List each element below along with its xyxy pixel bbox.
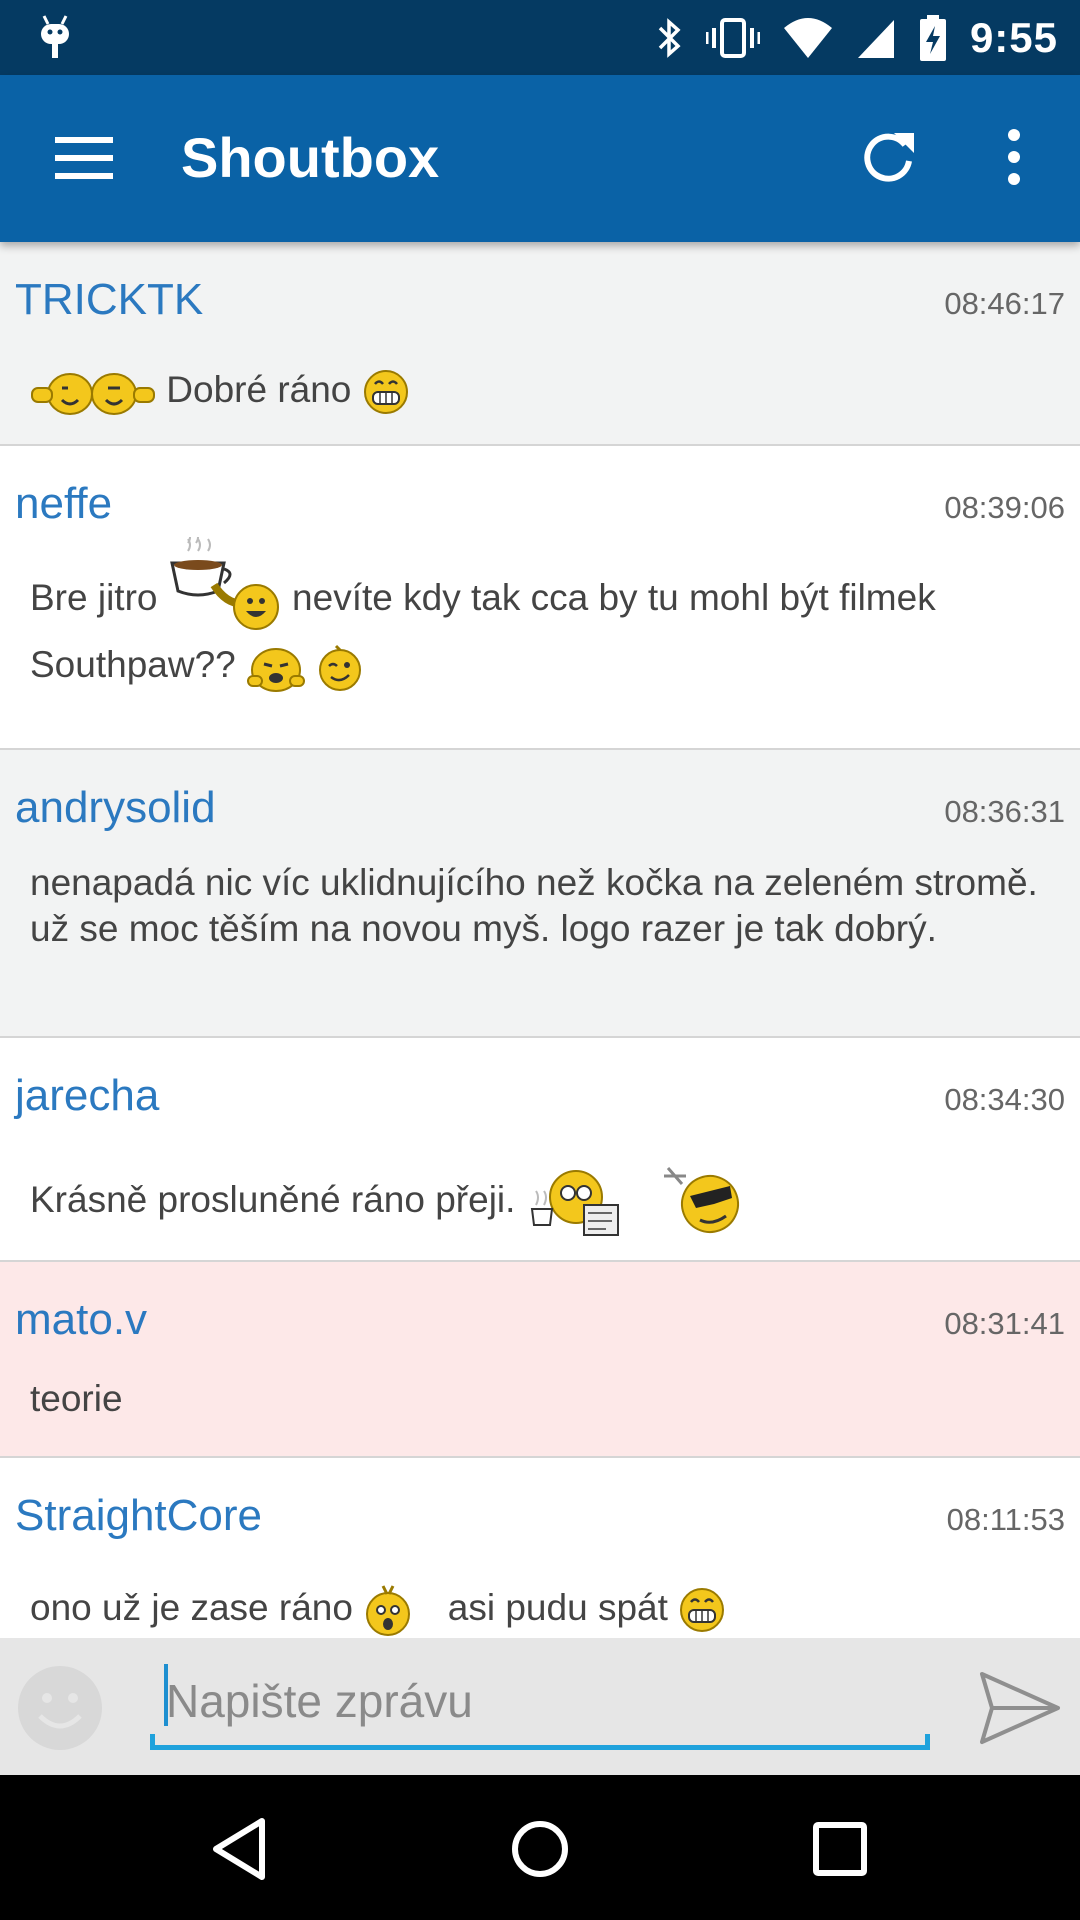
message-item[interactable]: StraightCore 08:11:53 ono už je zase rán… — [0, 1458, 1080, 1638]
bluetooth-icon — [658, 17, 681, 58]
message-text: teorie — [30, 1376, 1040, 1422]
android-icon — [41, 15, 69, 58]
message-item[interactable]: TRICKTK 08:46:17 Dobré ráno — [0, 242, 1080, 446]
message-time: 08:11:53 — [946, 1502, 1065, 1537]
message-username[interactable]: neffe — [15, 479, 112, 529]
message-time: 08:34:30 — [944, 1082, 1065, 1117]
message-username[interactable]: TRICKTK — [15, 275, 203, 325]
grin-emoticon-icon — [680, 1588, 725, 1632]
emoji-picker-icon[interactable] — [16, 1664, 104, 1752]
message-time: 08:36:31 — [944, 794, 1065, 829]
recents-icon[interactable] — [804, 1813, 876, 1885]
signal-icon — [857, 19, 894, 58]
message-line: Southpaw?? — [30, 644, 236, 686]
sleepy-emoticon-icon — [247, 648, 306, 693]
message-item[interactable]: andrysolid 08:36:31 nenapadá nic víc ukl… — [0, 750, 1080, 1038]
message-line: Krásně prosluněné ráno přeji. — [30, 1178, 516, 1220]
message-text: nenapadá nic víc uklidnujícího než kočka… — [30, 860, 1040, 952]
message-line: ono už je zase ráno — [30, 1586, 353, 1628]
message-username[interactable]: andrysolid — [15, 783, 216, 833]
message-text: Bre jitro nevíte kdy tak cca by tu mohl … — [30, 537, 1040, 697]
page-title: Shoutbox — [181, 126, 440, 189]
reading-coffee-emoticon-icon — [530, 1170, 619, 1236]
message-item[interactable]: mato.v 08:31:41 teorie — [0, 1262, 1080, 1458]
message-text: Dobré ráno — [30, 366, 1040, 418]
message-username[interactable]: StraightCore — [15, 1491, 262, 1541]
twin-smileys-emoticon-icon — [31, 373, 155, 415]
grin-emoticon-icon — [363, 370, 408, 414]
more-vert-icon[interactable] — [1000, 127, 1028, 187]
message-composer — [0, 1638, 1080, 1775]
wifi-icon — [783, 17, 832, 58]
message-item[interactable]: neffe 08:39:06 Bre jitro nevíte kdy tak … — [0, 446, 1080, 750]
status-bar: 9:55 — [0, 0, 1080, 75]
coffee-emoticon-icon — [169, 537, 279, 631]
message-line: Bre jitro — [30, 577, 158, 618]
input-underline — [150, 1734, 930, 1750]
wink-emoticon-icon — [319, 645, 362, 692]
app-bar: Shoutbox — [0, 75, 1080, 242]
message-line: teorie — [30, 1378, 123, 1419]
surprised-emoticon-icon — [366, 1585, 411, 1636]
back-icon[interactable] — [204, 1813, 276, 1885]
message-time: 08:39:06 — [944, 490, 1065, 525]
message-line: Dobré ráno — [166, 368, 352, 410]
message-line: nenapadá nic víc uklidnujícího než kočka… — [30, 862, 1038, 949]
clock: 9:55 — [969, 13, 1058, 61]
message-username[interactable]: mato.v — [15, 1295, 147, 1345]
battery-charging-icon — [919, 14, 946, 61]
message-time: 08:31:41 — [944, 1306, 1065, 1341]
message-username[interactable]: jarecha — [15, 1071, 159, 1121]
message-line: asi pudu spát — [447, 1586, 668, 1628]
vibrate-icon — [705, 17, 760, 58]
home-icon[interactable] — [504, 1813, 576, 1885]
message-time: 08:46:17 — [944, 286, 1065, 321]
send-icon[interactable] — [978, 1668, 1062, 1748]
system-nav-bar — [0, 1775, 1080, 1920]
refresh-icon[interactable] — [858, 127, 918, 187]
message-line: nevíte kdy tak cca by tu mohl být filmek — [292, 577, 936, 618]
message-feed[interactable]: TRICKTK 08:46:17 Dobré ráno neffe 08:39:… — [0, 242, 1080, 1638]
menu-icon[interactable] — [55, 137, 113, 179]
message-item[interactable]: jarecha 08:34:30 Krásně prosluněné ráno … — [0, 1038, 1080, 1262]
sunglasses-emoticon-icon — [663, 1167, 739, 1233]
text-cursor — [164, 1664, 168, 1726]
message-text: Krásně prosluněné ráno přeji. — [30, 1162, 1040, 1242]
message-text: ono už je zase ráno asi pudu spát — [30, 1582, 1040, 1638]
